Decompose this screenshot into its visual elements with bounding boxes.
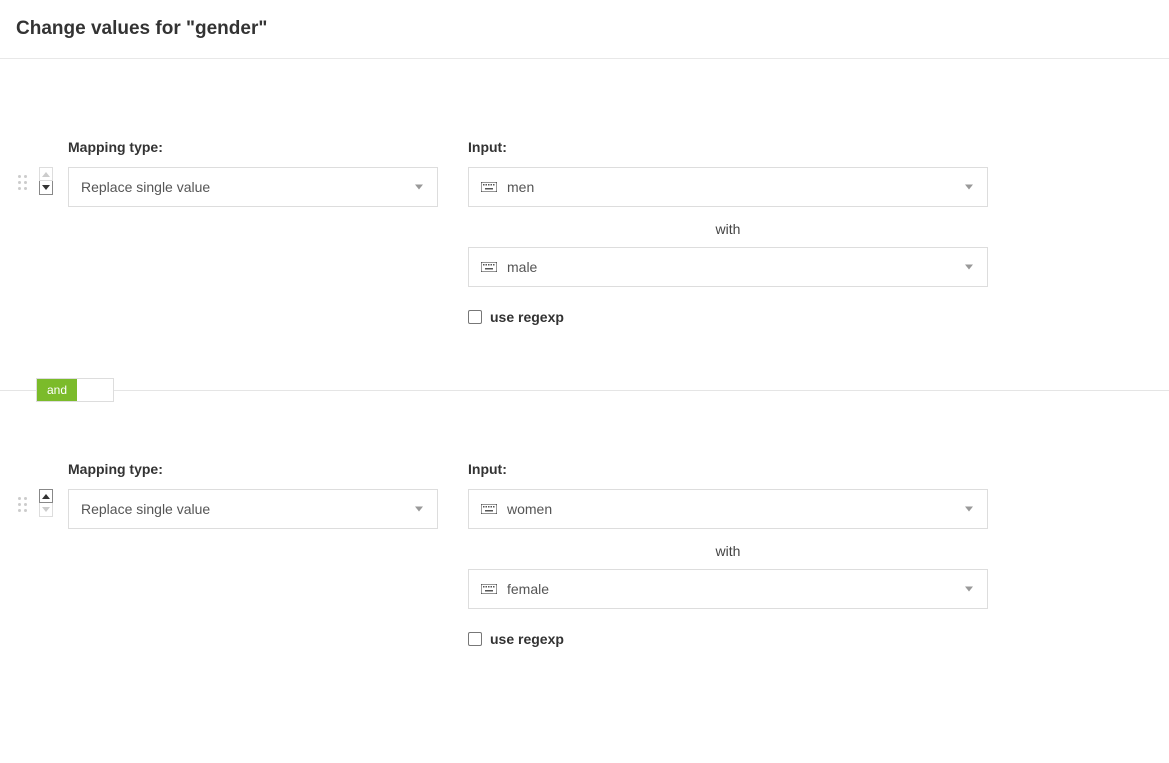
drag-handle-icon[interactable] [18, 175, 32, 190]
use-regexp-label: use regexp [490, 309, 564, 325]
connector-operator-toggle[interactable]: and [36, 378, 114, 402]
output-value: male [507, 259, 537, 275]
mapping-type-select[interactable]: Replace single value [68, 167, 438, 207]
chevron-down-icon [415, 185, 423, 190]
mapping-type-value: Replace single value [81, 501, 210, 517]
connector-operator-value: and [37, 379, 77, 401]
mapping-type-label: Mapping type: [68, 139, 438, 155]
move-down-button[interactable] [39, 181, 53, 195]
keyboard-icon [481, 182, 497, 192]
dialog-title: Change values for "gender" [16, 18, 1153, 40]
output-value-select[interactable]: male [468, 247, 988, 287]
use-regexp-checkbox[interactable] [468, 632, 482, 646]
mapping-rule: Mapping type: Replace single value Input… [0, 139, 1169, 375]
connector-line [0, 390, 1169, 391]
chevron-down-icon [965, 185, 973, 190]
output-value-select[interactable]: female [468, 569, 988, 609]
input-value: men [507, 179, 534, 195]
mapping-type-label: Mapping type: [68, 461, 438, 477]
move-up-button [39, 167, 53, 181]
connector-operator-alt [77, 379, 113, 401]
move-up-button[interactable] [39, 489, 53, 503]
use-regexp-checkbox[interactable] [468, 310, 482, 324]
keyboard-icon [481, 262, 497, 272]
chevron-down-icon [965, 507, 973, 512]
with-label: with [468, 543, 988, 559]
move-down-button [39, 503, 53, 517]
output-value: female [507, 581, 549, 597]
input-label: Input: [468, 139, 988, 155]
input-value-select[interactable]: women [468, 489, 988, 529]
input-value-select[interactable]: men [468, 167, 988, 207]
input-label: Input: [468, 461, 988, 477]
rule-connector: and [0, 375, 1169, 405]
input-value: women [507, 501, 552, 517]
chevron-down-icon [965, 587, 973, 592]
with-label: with [468, 221, 988, 237]
mapping-type-select[interactable]: Replace single value [68, 489, 438, 529]
drag-handle-icon[interactable] [18, 497, 32, 512]
mapping-rule: Mapping type: Replace single value Input… [0, 461, 1169, 697]
mapping-type-value: Replace single value [81, 179, 210, 195]
chevron-down-icon [965, 265, 973, 270]
chevron-down-icon [415, 507, 423, 512]
rules-container: Mapping type: Replace single value Input… [0, 59, 1169, 697]
use-regexp-label: use regexp [490, 631, 564, 647]
keyboard-icon [481, 504, 497, 514]
dialog-header: Change values for "gender" [0, 0, 1169, 59]
keyboard-icon [481, 584, 497, 594]
